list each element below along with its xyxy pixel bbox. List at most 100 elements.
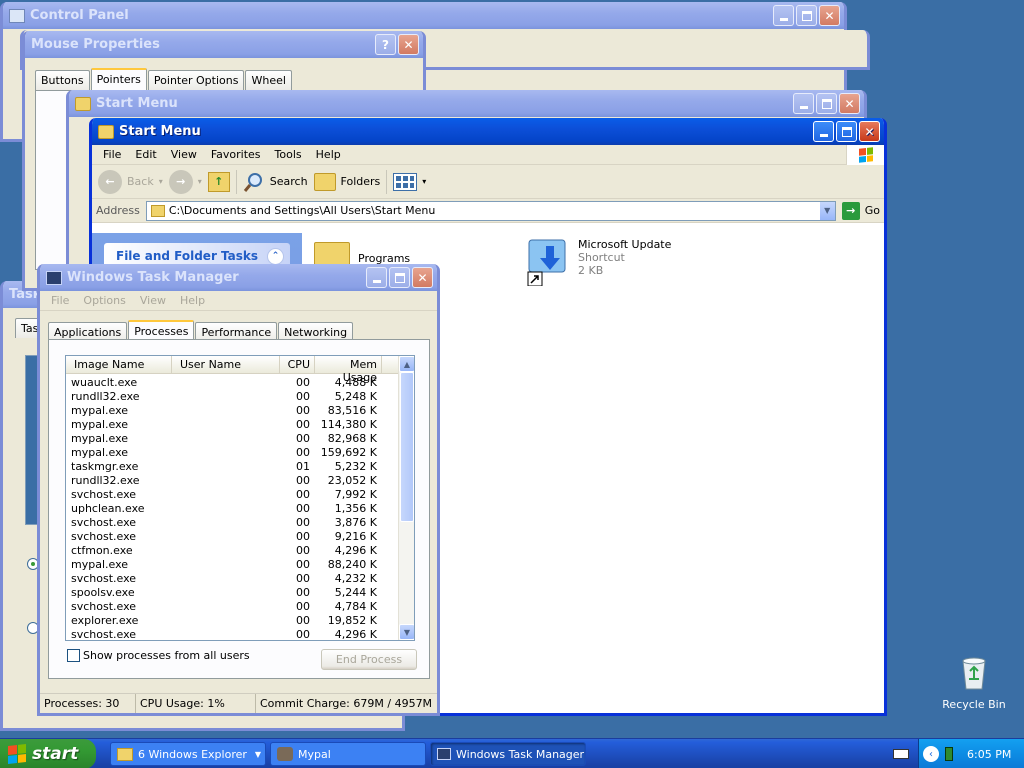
table-row[interactable]: wuauclt.exe 00 4,488 K: [66, 376, 414, 390]
show-all-users-checkbox[interactable]: [67, 649, 80, 662]
menu-favorites[interactable]: Favorites: [204, 148, 268, 161]
table-row[interactable]: mypal.exe 00 114,380 K: [66, 418, 414, 432]
scroll-down-button[interactable]: ▼: [399, 624, 414, 640]
maximize-button[interactable]: [816, 93, 837, 114]
table-row[interactable]: svchost.exe 00 4,232 K: [66, 572, 414, 586]
menu-view[interactable]: View: [133, 294, 173, 307]
address-input[interactable]: C:\Documents and Settings\All Users\Star…: [145, 200, 836, 221]
menu-edit[interactable]: Edit: [128, 148, 163, 161]
mypal-icon: [277, 747, 293, 761]
table-row[interactable]: svchost.exe 00 4,784 K: [66, 600, 414, 614]
menu-help[interactable]: Help: [309, 148, 348, 161]
tray-memory-icon[interactable]: [945, 747, 953, 761]
taskbar-item-task-manager[interactable]: Windows Task Manager: [430, 742, 586, 766]
table-row[interactable]: rundll32.exe 00 5,248 K: [66, 390, 414, 404]
task-manager-window[interactable]: Windows Task Manager ✕ File Options View…: [37, 264, 440, 716]
maximize-button[interactable]: [796, 5, 817, 26]
address-dropdown[interactable]: ▼: [818, 201, 835, 220]
minimize-button[interactable]: [813, 121, 834, 142]
process-user-name: [172, 614, 280, 628]
back-button[interactable]: ← Back ▾: [98, 169, 163, 194]
close-button[interactable]: ✕: [412, 267, 433, 288]
process-user-name: [172, 600, 280, 614]
recycle-bin[interactable]: Recycle Bin: [940, 655, 1008, 711]
start-button[interactable]: start: [0, 738, 96, 768]
list-item-microsoft-update[interactable]: Microsoft Update Shortcut 2 KB: [526, 238, 671, 286]
menu-help[interactable]: Help: [173, 294, 212, 307]
taskbar-item-mypal[interactable]: Mypal: [270, 742, 426, 766]
tab-wheel[interactable]: Wheel: [245, 70, 292, 90]
minimize-button[interactable]: [366, 267, 387, 288]
process-image-name: svchost.exe: [71, 516, 137, 529]
table-row[interactable]: mypal.exe 00 83,516 K: [66, 404, 414, 418]
maximize-button[interactable]: [836, 121, 857, 142]
menu-file[interactable]: File: [96, 148, 128, 161]
menu-options[interactable]: Options: [76, 294, 132, 307]
forward-button[interactable]: → ▾: [168, 169, 202, 194]
process-cpu: 00: [296, 558, 310, 571]
process-user-name: [172, 530, 280, 544]
table-row[interactable]: svchost.exe 00 7,992 K: [66, 488, 414, 502]
clock[interactable]: 6:05 PM: [967, 748, 1011, 761]
end-process-button[interactable]: End Process: [321, 649, 417, 670]
menu-file[interactable]: File: [44, 294, 76, 307]
table-row[interactable]: svchost.exe 00 3,876 K: [66, 516, 414, 530]
table-row[interactable]: taskmgr.exe 01 5,232 K: [66, 460, 414, 474]
close-button[interactable]: ✕: [839, 93, 860, 114]
column-user-name[interactable]: User Name: [172, 356, 280, 373]
collapse-icon[interactable]: ⌃: [267, 247, 284, 265]
table-row[interactable]: svchost.exe 00 4,296 K: [66, 628, 414, 640]
tray-keyboard-icon[interactable]: [893, 749, 909, 759]
tab-pointer-options[interactable]: Pointer Options: [147, 70, 245, 90]
column-mem-usage[interactable]: Mem Usage: [315, 356, 382, 384]
help-button[interactable]: ?: [375, 34, 396, 55]
column-cpu[interactable]: CPU: [280, 356, 315, 373]
table-row[interactable]: spoolsv.exe 00 5,244 K: [66, 586, 414, 600]
views-button[interactable]: ▾: [393, 172, 426, 191]
close-button[interactable]: ✕: [819, 5, 840, 26]
folders-button[interactable]: Folders: [313, 172, 380, 191]
process-mem-usage: 114,380 K: [320, 418, 377, 431]
table-row[interactable]: uphclean.exe 00 1,356 K: [66, 502, 414, 516]
views-icon: [393, 172, 418, 191]
scroll-thumb[interactable]: [400, 372, 414, 522]
tab-pointers[interactable]: Pointers: [90, 68, 147, 91]
taskbar-item-windows-explorer[interactable]: 6 Windows Explorer ▼: [110, 742, 266, 766]
start-menu-back-titlebar[interactable]: Start Menu ✕: [69, 90, 864, 117]
column-image-name[interactable]: Image Name: [66, 356, 172, 373]
minimize-button[interactable]: [793, 93, 814, 114]
process-image-name: mypal.exe: [71, 432, 129, 445]
table-row[interactable]: mypal.exe 00 88,240 K: [66, 558, 414, 572]
task-manager-statusbar: Processes: 30 CPU Usage: 1% Commit Charg…: [40, 693, 437, 713]
close-button[interactable]: ✕: [398, 34, 419, 55]
up-folder-button[interactable]: ↑: [207, 171, 230, 192]
process-cpu: 00: [296, 544, 310, 557]
table-row[interactable]: svchost.exe 00 9,216 K: [66, 530, 414, 544]
control-panel-titlebar[interactable]: Control Panel ✕: [3, 2, 844, 29]
tab-buttons[interactable]: Buttons: [35, 70, 90, 90]
table-row[interactable]: explorer.exe 00 19,852 K: [66, 614, 414, 628]
table-row[interactable]: ctfmon.exe 00 4,296 K: [66, 544, 414, 558]
table-row[interactable]: rundll32.exe 00 23,052 K: [66, 474, 414, 488]
process-mem-usage: 4,232 K: [334, 572, 377, 585]
close-button[interactable]: ✕: [859, 121, 880, 142]
process-list-scrollbar[interactable]: ▲ ▼: [398, 356, 414, 640]
show-all-users-checkbox-row[interactable]: Show processes from all users: [67, 649, 250, 662]
go-button[interactable]: → Go: [841, 201, 880, 220]
process-cpu: 00: [296, 432, 310, 445]
menu-view[interactable]: View: [164, 148, 204, 161]
process-list[interactable]: Image Name User Name CPU Mem Usage wuauc…: [65, 355, 415, 641]
table-row[interactable]: mypal.exe 00 82,968 K: [66, 432, 414, 446]
minimize-button[interactable]: [773, 5, 794, 26]
search-button[interactable]: Search: [243, 171, 308, 193]
table-row[interactable]: mypal.exe 00 159,692 K: [66, 446, 414, 460]
process-cpu: 00: [296, 390, 310, 403]
maximize-button[interactable]: [389, 267, 410, 288]
process-mem-usage: 4,784 K: [334, 600, 377, 613]
scroll-up-button[interactable]: ▲: [399, 356, 414, 372]
start-menu-titlebar[interactable]: Start Menu ✕: [92, 118, 884, 145]
task-manager-titlebar[interactable]: Windows Task Manager ✕: [40, 264, 437, 291]
mouse-properties-titlebar[interactable]: Mouse Properties ? ✕: [25, 31, 423, 58]
tray-expand-button[interactable]: ‹: [923, 746, 939, 762]
menu-tools[interactable]: Tools: [268, 148, 309, 161]
